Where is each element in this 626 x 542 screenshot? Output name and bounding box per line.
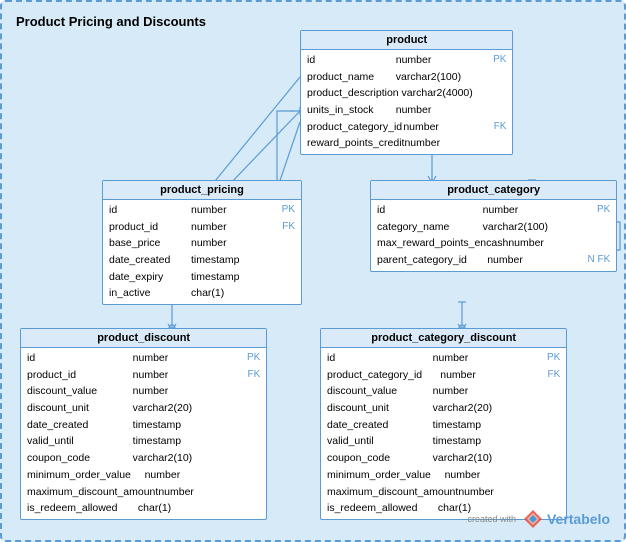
table-product-body: id number PK product_name varchar2(100) … [301, 50, 512, 154]
table-row: date_created timestamp [21, 417, 266, 434]
table-row: date_created timestamp [103, 252, 301, 269]
table-product-category-discount-header: product_category_discount [321, 329, 566, 348]
table-product-category-discount-body: id number PK product_category_id number … [321, 348, 566, 519]
table-row: valid_until timestamp [21, 433, 266, 450]
table-row: product_name varchar2(100) [301, 69, 512, 86]
table-row: category_name varchar2(100) [371, 219, 616, 236]
table-product-pricing: product_pricing id number PK product_id … [102, 180, 302, 305]
table-row: product_id number FK [21, 367, 266, 384]
table-row: date_created timestamp [321, 417, 566, 434]
table-row: id number PK [321, 350, 566, 367]
table-row: parent_category_id number N FK [371, 252, 616, 269]
table-row: in_active char(1) [103, 285, 301, 302]
table-row: product_category_id number FK [321, 367, 566, 384]
table-product: product id number PK product_name varcha… [300, 30, 513, 155]
table-row: maximum_discount_amount number [321, 484, 566, 501]
table-product-pricing-body: id number PK product_id number FK base_p… [103, 200, 301, 304]
table-row: discount_value number [321, 383, 566, 400]
table-row: id number PK [301, 52, 512, 69]
diagram-title: Product Pricing and Discounts [12, 12, 614, 31]
table-row: discount_unit varchar2(20) [321, 400, 566, 417]
table-product-category: product_category id number PK category_n… [370, 180, 617, 272]
vertabelo-logo: Vertabelo [522, 508, 610, 530]
table-product-header: product [301, 31, 512, 50]
created-with-text: created with [467, 514, 516, 525]
table-product-category-header: product_category [371, 181, 616, 200]
table-row: product_category_id number FK [301, 119, 512, 136]
table-row: id number PK [103, 202, 301, 219]
table-row: coupon_code varchar2(10) [21, 450, 266, 467]
table-row: is_redeem_allowed char(1) [21, 500, 266, 517]
table-row: id number PK [371, 202, 616, 219]
table-product-discount-body: id number PK product_id number FK discou… [21, 348, 266, 519]
table-row: discount_value number [21, 383, 266, 400]
table-row: discount_unit varchar2(20) [21, 400, 266, 417]
table-product-discount-header: product_discount [21, 329, 266, 348]
table-row: coupon_code varchar2(10) [321, 450, 566, 467]
table-row: base_price number [103, 235, 301, 252]
table-row: maximum_discount_amount number [21, 484, 266, 501]
vertabelo-name: Vertabelo [547, 511, 610, 527]
table-product-category-body: id number PK category_name varchar2(100)… [371, 200, 616, 271]
diagram-container: Product Pricing and Discounts [0, 0, 626, 542]
table-row: product_description varchar2(4000) [301, 85, 512, 102]
table-row: units_in_stock number [301, 102, 512, 119]
logo-diamond-icon [522, 508, 544, 530]
table-row: reward_points_credit number [301, 135, 512, 152]
table-row: id number PK [21, 350, 266, 367]
table-product-category-discount: product_category_discount id number PK p… [320, 328, 567, 520]
table-row: minimum_order_value number [21, 467, 266, 484]
table-row: product_id number FK [103, 219, 301, 236]
table-row: max_reward_points_encash number [371, 235, 616, 252]
branding: created with Vertabelo [467, 508, 610, 530]
table-row: minimum_order_value number [321, 467, 566, 484]
table-product-discount: product_discount id number PK product_id… [20, 328, 267, 520]
table-row: valid_until timestamp [321, 433, 566, 450]
table-row: date_expiry timestamp [103, 269, 301, 286]
table-product-pricing-header: product_pricing [103, 181, 301, 200]
